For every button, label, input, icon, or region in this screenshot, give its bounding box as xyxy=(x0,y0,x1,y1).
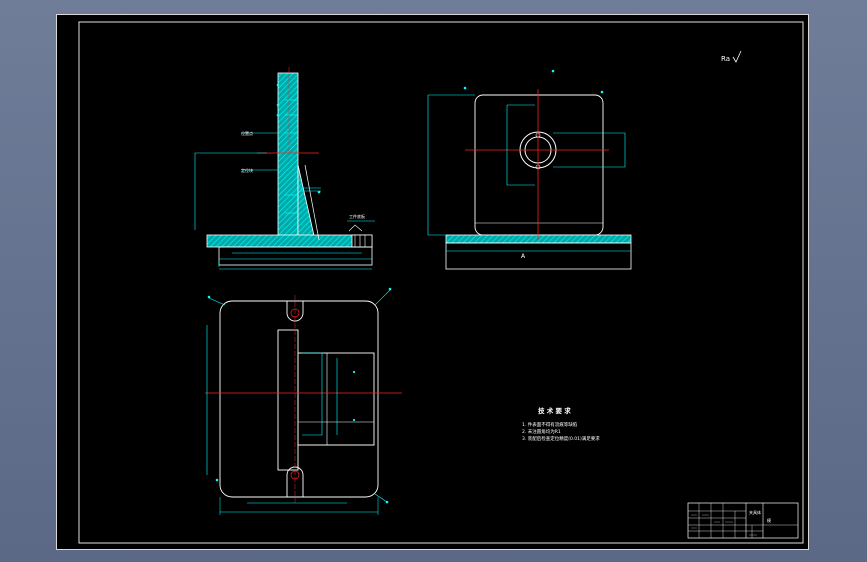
svg-text:位置点: 位置点 xyxy=(241,130,253,136)
side-view: A xyxy=(427,69,632,270)
drawing-sheet: Ra 位置点 定位块 工件底板 A 技 术 要 求 1. 件表面不得有流痕等缺陷… xyxy=(56,14,809,550)
svg-text:A: A xyxy=(521,253,526,260)
svg-text:技 术 要 求: 技 术 要 求 xyxy=(538,406,571,415)
tech-requirements: 技 术 要 求 1. 件表面不得有流痕等缺陷 2. 未注圆角均为R1 3. 装配… xyxy=(522,406,600,442)
top-view xyxy=(205,287,402,515)
svg-text:工件底板: 工件底板 xyxy=(349,213,365,219)
svg-text:1. 件表面不得有流痕等缺陷: 1. 件表面不得有流痕等缺陷 xyxy=(522,421,578,428)
svg-text:定位块: 定位块 xyxy=(241,167,253,173)
svg-text:夹具体: 夹具体 xyxy=(749,509,761,515)
svg-text:2. 未注圆角均为R1: 2. 未注圆角均为R1 xyxy=(522,428,561,435)
inner-frame xyxy=(78,21,804,544)
svg-text:Ra: Ra xyxy=(721,55,730,63)
title-block: 夹具体 模 xyxy=(687,502,799,539)
front-view: 位置点 定位块 工件底板 xyxy=(194,67,375,270)
svg-text:模: 模 xyxy=(767,517,771,523)
svg-text:3. 装配后检查定位精度(0.01)满足要求: 3. 装配后检查定位精度(0.01)满足要求 xyxy=(522,435,600,442)
cad-drawing: Ra 位置点 定位块 工件底板 A 技 术 要 求 1. 件表面不得有流痕等缺陷… xyxy=(78,21,804,544)
roughness-symbol: Ra xyxy=(721,50,742,63)
